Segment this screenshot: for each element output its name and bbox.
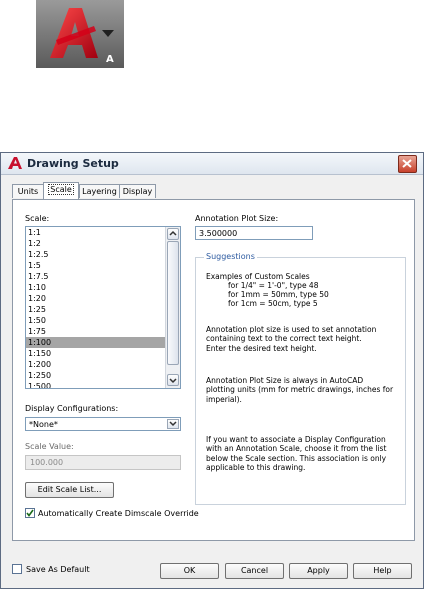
list-item[interactable]: 1:7.5	[26, 271, 166, 282]
tab-scale[interactable]: Scale	[43, 182, 79, 199]
suggestions-example-3: for 1cm = 50cm, type 5	[228, 299, 318, 308]
list-item[interactable]: 1:2.5	[26, 249, 166, 260]
list-item[interactable]: 1:50	[26, 315, 166, 326]
scroll-down-button[interactable]	[167, 374, 179, 386]
autocad-application-icon[interactable]: A	[36, 0, 124, 68]
scale-value-label: Scale Value:	[25, 442, 74, 451]
display-config-label: Display Configurations:	[25, 404, 119, 413]
dropdown-button[interactable]	[167, 419, 179, 429]
scale-value: 100.000	[30, 458, 64, 467]
tab-layering[interactable]: Layering	[79, 184, 120, 198]
save-as-default-checkbox[interactable]	[12, 564, 22, 574]
svg-text:A: A	[106, 54, 114, 65]
list-item[interactable]: 1:20	[26, 293, 166, 304]
scroll-up-button[interactable]	[167, 228, 179, 240]
list-item[interactable]: 1:1	[26, 227, 166, 238]
chevron-up-icon	[169, 230, 177, 236]
scale-list-scrollbar[interactable]	[165, 227, 180, 388]
list-item[interactable]: 1:250	[26, 370, 166, 381]
list-item[interactable]: 1:2	[26, 238, 166, 249]
list-item[interactable]: 1:200	[26, 359, 166, 370]
display-config-value: *None*	[29, 420, 58, 429]
chevron-down-icon	[169, 421, 177, 427]
apply-button[interactable]: Apply	[289, 563, 348, 579]
help-button[interactable]: Help	[353, 563, 412, 579]
suggestions-paragraph-2: Annotation plot size is used to set anno…	[206, 325, 377, 353]
save-as-default-label: Save As Default	[26, 565, 90, 574]
list-item[interactable]: 1:150	[26, 348, 166, 359]
list-item[interactable]: 1:10	[26, 282, 166, 293]
list-item[interactable]: 1:5	[26, 260, 166, 271]
dialog-title: Drawing Setup	[27, 157, 119, 170]
display-config-dropdown[interactable]: *None*	[25, 417, 181, 431]
autocad-title-icon	[8, 157, 22, 169]
annotation-plot-size-input[interactable]: 3.500000	[195, 226, 313, 240]
scale-tab-panel: Scale: 1:1 1:2 1:2.5 1:5 1:7.5 1:10 1:20…	[12, 199, 415, 541]
autocad-logo-icon: A	[36, 0, 124, 68]
chevron-down-icon	[169, 378, 177, 384]
annotation-plot-size-label: Annotation Plot Size:	[195, 214, 279, 223]
suggestions-paragraph-4: If you want to associate a Display Confi…	[206, 435, 387, 472]
annotation-plot-size-value: 3.500000	[199, 229, 238, 238]
cancel-button[interactable]: Cancel	[225, 563, 284, 579]
list-item[interactable]: 1:75	[26, 326, 166, 337]
scroll-thumb[interactable]	[167, 241, 179, 365]
suggestions-example-1: for 1/4" = 1'-0", type 48	[228, 281, 319, 290]
suggestions-title: Suggestions	[204, 252, 257, 261]
auto-dimscale-checkbox[interactable]	[25, 508, 35, 518]
scale-value-field: 100.000	[25, 455, 181, 470]
drawing-setup-dialog: Drawing Setup Units Scale Layering Displ…	[0, 152, 424, 589]
close-icon	[402, 159, 412, 168]
tab-units[interactable]: Units	[12, 184, 44, 198]
edit-scale-list-button[interactable]: Edit Scale List...	[25, 482, 114, 498]
ok-button[interactable]: OK	[160, 563, 219, 579]
title-bar: Drawing Setup	[1, 153, 423, 175]
scale-list[interactable]: 1:1 1:2 1:2.5 1:5 1:7.5 1:10 1:20 1:25 1…	[25, 226, 181, 389]
tab-display[interactable]: Display	[119, 184, 156, 198]
checkmark-icon	[26, 509, 34, 517]
scale-label: Scale:	[25, 214, 50, 223]
suggestions-paragraph-3: Annotation Plot Size is always in AutoCA…	[206, 376, 394, 404]
suggestions-example-2: for 1mm = 50mm, type 50	[228, 290, 329, 299]
suggestions-group: Suggestions Examples of Custom Scales fo…	[195, 252, 406, 505]
list-item[interactable]: 1:500	[26, 381, 166, 388]
suggestions-examples-heading: Examples of Custom Scales	[206, 272, 310, 281]
close-button[interactable]	[398, 155, 417, 173]
auto-dimscale-label: Automatically Create Dimscale Override	[38, 509, 199, 518]
list-item-selected[interactable]: 1:100	[26, 337, 166, 348]
list-item[interactable]: 1:25	[26, 304, 166, 315]
